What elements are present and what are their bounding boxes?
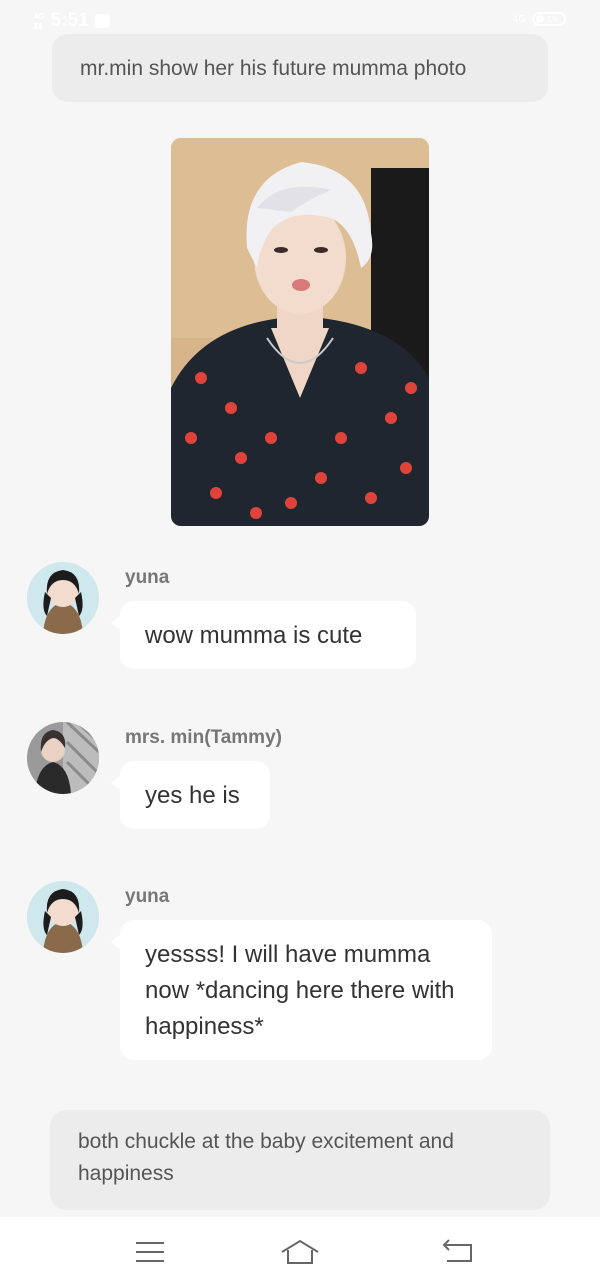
- sender-name: yuna: [125, 567, 170, 588]
- message-text: yes he is: [145, 782, 240, 809]
- menu-button[interactable]: [130, 1235, 170, 1269]
- network-indicator: 4G: [512, 13, 526, 25]
- shared-photo[interactable]: [171, 138, 429, 526]
- home-icon: [281, 1239, 319, 1264]
- clock: 5:51: [50, 10, 89, 31]
- sender-name: yuna: [125, 886, 170, 907]
- narration-bottom: both chuckle at the baby excitement and …: [50, 1110, 550, 1210]
- avatar-mrs-min[interactable]: [27, 722, 99, 794]
- status-right: 4G 15: [513, 12, 566, 26]
- message-text: wow mumma is cute: [145, 622, 363, 649]
- home-button[interactable]: [280, 1235, 320, 1269]
- status-left: 4G ▮▮ 5:51: [34, 10, 110, 32]
- sender-name: mrs. min(Tammy): [125, 727, 282, 748]
- narration-top-text: mr.min show her his future mumma photo: [80, 57, 467, 80]
- network-type: 4G: [34, 12, 45, 21]
- narration-top: mr.min show her his future mumma photo: [52, 34, 548, 102]
- menu-icon: [136, 1242, 164, 1262]
- navigation-bar: [0, 1217, 600, 1287]
- battery-level: 15: [547, 14, 558, 24]
- message-bubble[interactable]: yessss! I will have mumma now *dancing h…: [111, 920, 492, 1060]
- message-bubble[interactable]: yes he is: [111, 761, 270, 829]
- battery-icon: 15: [532, 12, 566, 26]
- avatar-yuna[interactable]: [27, 562, 99, 634]
- signal-icon: 4G ▮▮: [34, 12, 45, 30]
- message-bubble[interactable]: wow mumma is cute: [111, 601, 416, 669]
- back-button[interactable]: [438, 1235, 478, 1269]
- photo-image: [171, 138, 429, 526]
- avatar-yuna[interactable]: [27, 881, 99, 953]
- narration-bottom-text: both chuckle at the baby excitement and …: [78, 1130, 454, 1185]
- message-text: yessss! I will have mumma now *dancing h…: [145, 941, 455, 1040]
- notification-icon: [94, 14, 110, 28]
- back-icon: [442, 1239, 472, 1262]
